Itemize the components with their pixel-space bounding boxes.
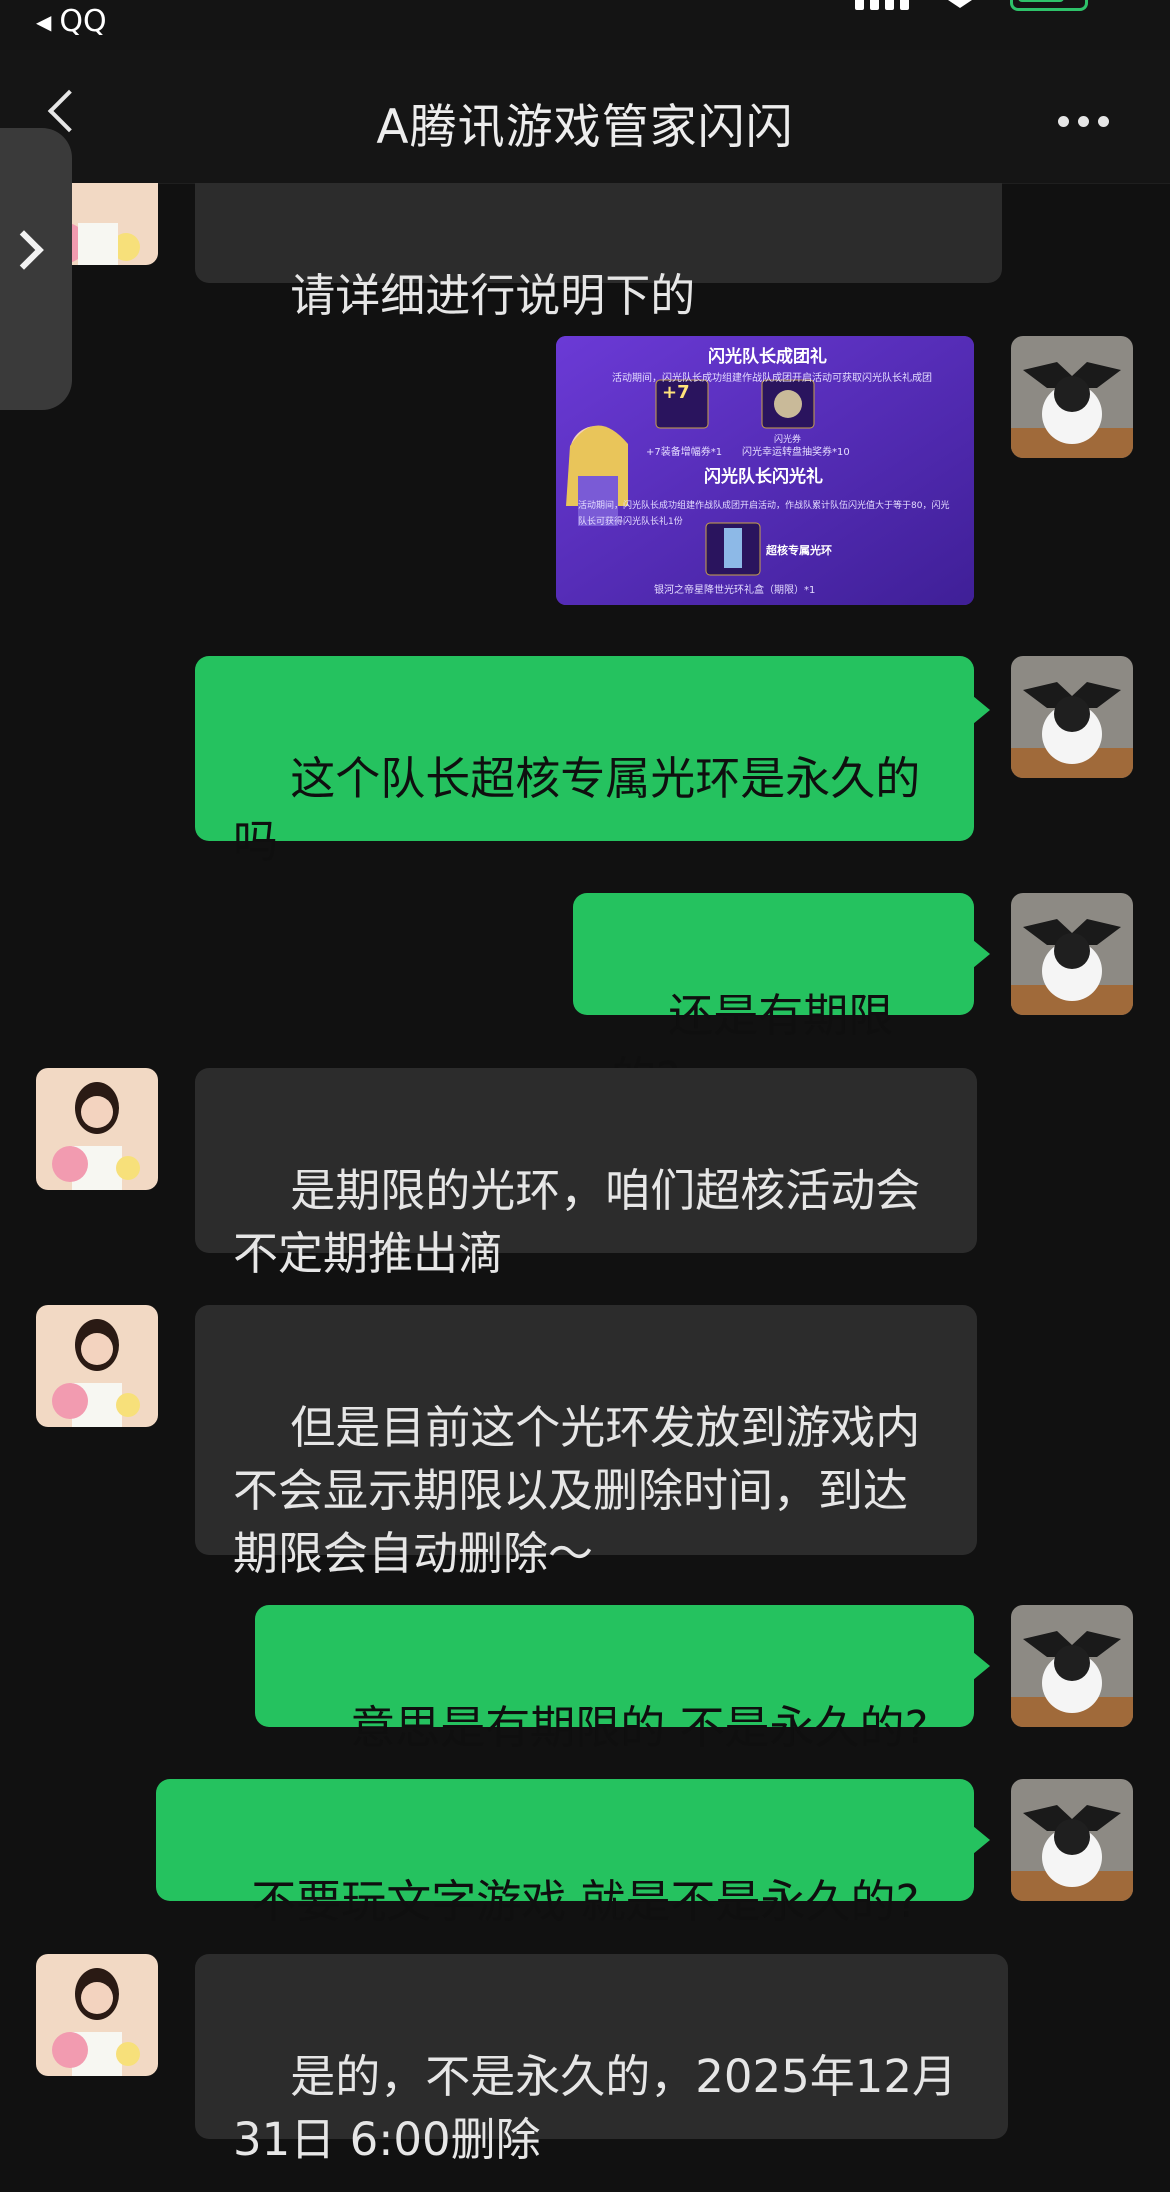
chevron-right-icon	[4, 230, 44, 270]
promo-item1-badge: +7	[662, 382, 690, 403]
message-text: 是期限的光环，咱们超核活动会不定期推出滴	[233, 1164, 921, 1280]
my-avatar[interactable]	[1011, 336, 1133, 458]
back-to-app-link[interactable]: ◀ QQ	[36, 4, 107, 39]
more-options-icon[interactable]	[1058, 116, 1109, 127]
message-bubble-incoming[interactable]: 但是目前这个光环发放到游戏内不会显示期限以及删除时间，到达期限会自动删除～	[195, 1305, 977, 1580]
promo-desc-2: 活动期间，闪光队长成功组建作战队成团开启活动，作战队累计队伍闪光值大于等于80，…	[578, 501, 950, 527]
promo-item3-tag: 超核专属光环	[766, 544, 832, 557]
battery-icon	[1010, 0, 1088, 11]
message-text: 意思是有期限的 不是永久的?	[350, 1701, 929, 1754]
message-text: 请详细进行说明下的	[290, 269, 696, 322]
promo-item3-label: 银河之帝星降世光环礼盒（期限）*1	[654, 585, 816, 596]
cellular-signal-icon	[855, 0, 915, 10]
message-bubble-incoming[interactable]: 是期限的光环，咱们超核活动会不定期推出滴	[195, 1068, 977, 1280]
message-text: 不要玩文字游戏 就是不是永久的?	[251, 1875, 920, 1928]
message-bubble-outgoing[interactable]: 意思是有期限的 不是永久的?	[255, 1605, 990, 1754]
promo-desc-1: 活动期间，闪光队长成功组建作战队成团开启活动可获取闪光队长礼成团礼1份	[612, 373, 932, 384]
message-bubble-outgoing[interactable]: 不要玩文字游戏 就是不是永久的?	[156, 1779, 990, 1928]
message-bubble-outgoing[interactable]: 这个队长超核专属光环是永久的吗	[195, 656, 990, 868]
message-image[interactable]: 闪光队长成团礼 活动期间，闪光队长成功组建作战队成团开启活动可获取闪光队长礼成团…	[556, 336, 974, 605]
message-bubble-incoming[interactable]: 是的，不是永久的，2025年12月31日 6:00删除	[195, 1954, 1008, 2166]
chat-header: A腾讯游戏管家闪闪	[0, 50, 1170, 184]
message-text: 但是目前这个光环发放到游戏内不会显示期限以及删除时间，到达期限会自动删除～	[233, 1401, 921, 1580]
message-text: 这个队长超核专属光环是永久的吗	[233, 752, 921, 868]
my-avatar[interactable]	[1011, 1605, 1133, 1727]
wifi-icon	[948, 0, 972, 16]
promo-item1-label: +7装备增幅券*1	[646, 447, 723, 458]
side-drawer-handle[interactable]	[0, 128, 72, 410]
message-list[interactable]: 请详细进行说明下的 闪光队长成团礼 活动期间，闪光队长成功组建作战队成团开启活动…	[0, 183, 1170, 2173]
promo-item2-label: 闪光幸运转盘抽奖券*10	[742, 447, 850, 458]
back-triangle-icon: ◀	[36, 9, 52, 34]
back-app-label: QQ	[59, 4, 107, 39]
message-text: 是的，不是永久的，2025年12月31日 6:00删除	[233, 2050, 958, 2166]
promo-title-1: 闪光队长成团礼	[708, 347, 827, 367]
contact-avatar[interactable]	[36, 1305, 158, 1427]
promo-title-2: 闪光队长闪光礼	[704, 467, 823, 487]
my-avatar[interactable]	[1011, 893, 1133, 1015]
contact-avatar[interactable]	[36, 1954, 158, 2076]
message-bubble-outgoing[interactable]: 还是有期限的?	[573, 893, 990, 1105]
status-bar: ◀ QQ	[0, 0, 1170, 50]
message-bubble-incoming[interactable]: 请详细进行说明下的	[195, 183, 1002, 322]
my-avatar[interactable]	[1011, 656, 1133, 778]
contact-avatar[interactable]	[36, 1068, 158, 1190]
chat-title: A腾讯游戏管家闪闪	[376, 100, 794, 155]
my-avatar[interactable]	[1011, 1779, 1133, 1901]
